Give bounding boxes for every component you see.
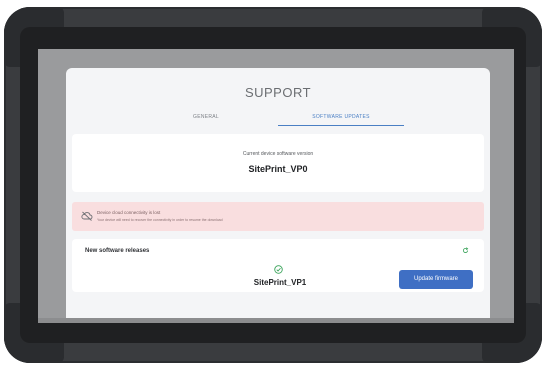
update-firmware-button[interactable]: Update firmware bbox=[399, 270, 473, 289]
page-title: SUPPORT bbox=[244, 85, 312, 100]
current-version-label: Current device software version bbox=[242, 151, 314, 157]
new-releases-card: New software releases SitePrint_VP1 Upda… bbox=[72, 239, 484, 292]
tab-software-updates[interactable]: SOFTWARE UPDATES bbox=[278, 114, 404, 120]
alert-detail: Your device will need to recover the con… bbox=[97, 218, 223, 222]
refresh-icon[interactable] bbox=[462, 247, 469, 254]
cloud-off-icon bbox=[81, 211, 93, 221]
check-circle-icon bbox=[274, 265, 283, 274]
release-name: SitePrint_VP1 bbox=[253, 278, 307, 287]
tab-general[interactable]: GENERAL bbox=[176, 114, 236, 120]
alert-heading: Device cloud connectivity is lost bbox=[97, 210, 161, 215]
screen-bottom-strip bbox=[38, 318, 514, 323]
releases-heading: New software releases bbox=[85, 248, 150, 254]
current-version-value: SitePrint_VP0 bbox=[248, 164, 308, 174]
support-panel: SUPPORT GENERAL SOFTWARE UPDATES Current… bbox=[66, 68, 490, 318]
connectivity-alert: Device cloud connectivity is lost Your d… bbox=[72, 202, 484, 231]
current-version-card: Current device software version SitePrin… bbox=[72, 134, 484, 192]
device-screen: SUPPORT GENERAL SOFTWARE UPDATES Current… bbox=[38, 49, 514, 323]
active-tab-indicator bbox=[278, 125, 404, 126]
